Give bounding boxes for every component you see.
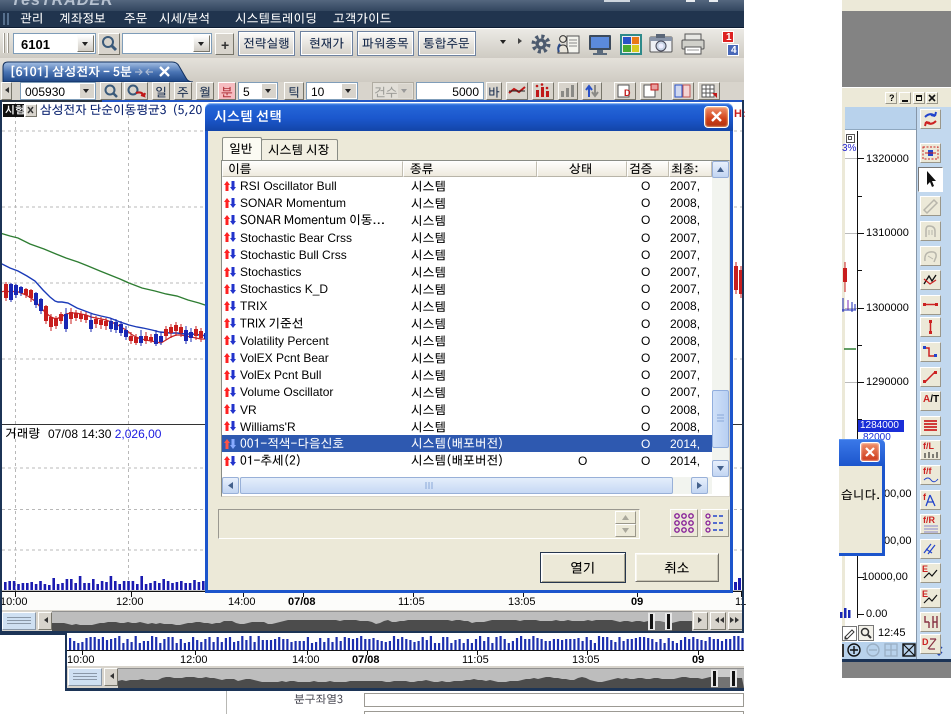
svg-text:f: f bbox=[923, 492, 927, 502]
svg-text:D: D bbox=[922, 637, 929, 647]
svg-text:E: E bbox=[922, 589, 928, 599]
svg-text:E: E bbox=[922, 564, 928, 574]
svg-text:D: D bbox=[624, 88, 631, 98]
